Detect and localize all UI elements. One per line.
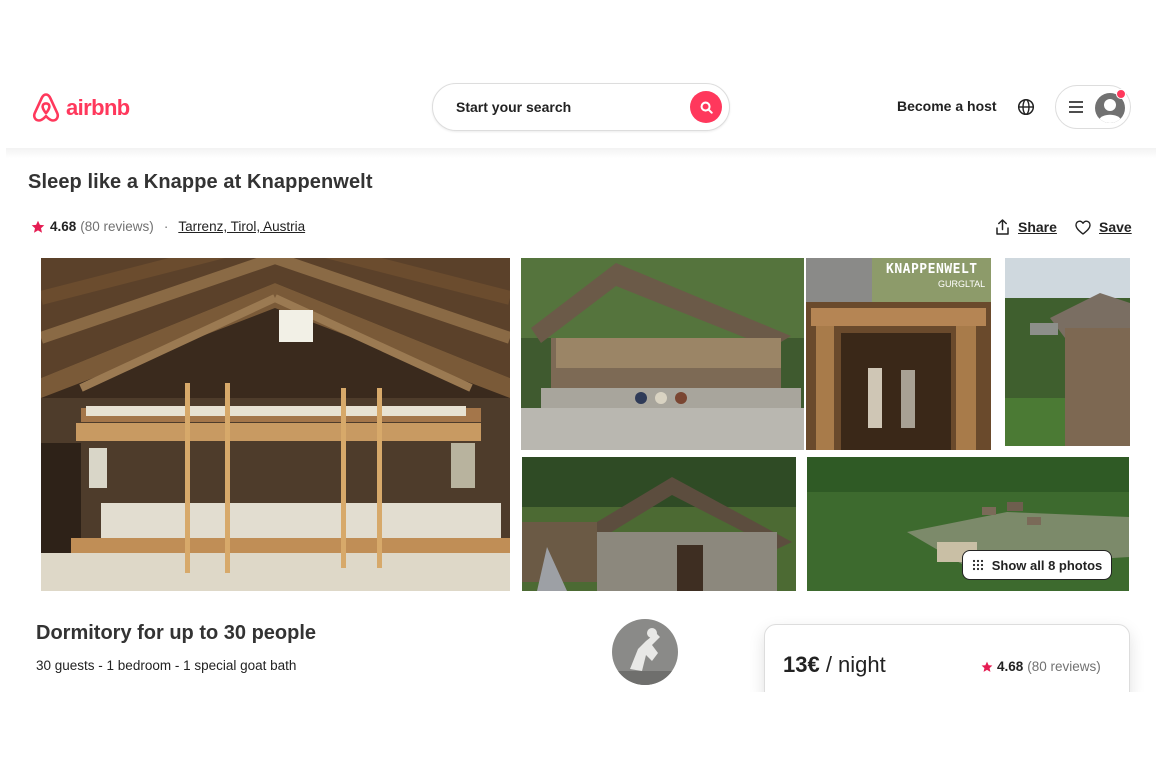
card-reviews-link[interactable]: (80 reviews): [1027, 659, 1101, 674]
share-button[interactable]: Share: [995, 219, 1057, 235]
search-label: Start your search: [456, 99, 572, 115]
room-summary: 30 guests - 1 bedroom - 1 special goat b…: [36, 658, 297, 673]
listing-title: Sleep like a Knappe at Knappenwelt: [28, 171, 373, 193]
search-bar[interactable]: Start your search: [432, 83, 730, 131]
user-menu-button[interactable]: [1055, 85, 1131, 129]
photo-dormitory-interior[interactable]: [41, 258, 510, 591]
price-display: 13€ / night: [783, 652, 886, 678]
notification-dot: [1116, 89, 1126, 99]
heart-icon: [1075, 220, 1091, 235]
listing-meta: 4.68 (80 reviews) · Tarrenz, Tirol, Aust…: [31, 219, 305, 234]
show-all-label: Show all 8 photos: [991, 557, 1103, 573]
airbnb-logo-icon: [32, 93, 60, 122]
save-button[interactable]: Save: [1075, 219, 1132, 235]
nav-shadow: [6, 148, 1156, 158]
meta-separator: ·: [163, 219, 169, 234]
search-icon: [700, 101, 713, 114]
card-rating-value: 4.68: [997, 659, 1024, 674]
airbnb-logo[interactable]: airbnb: [30, 91, 130, 124]
photo-wooden-house[interactable]: [521, 258, 804, 450]
room-title: Dormitory for up to 30 people: [36, 622, 317, 644]
menu-icon: [1069, 101, 1083, 113]
location-link[interactable]: Tarrenz, Tirol, Austria: [178, 219, 305, 234]
photo-stone-hut[interactable]: [522, 457, 796, 591]
price-value: 13€: [783, 652, 820, 677]
share-label: Share: [1018, 219, 1057, 235]
sign-subtitle: GURGLTAL: [938, 279, 986, 289]
globe-icon[interactable]: [1017, 98, 1035, 116]
sign-title: KNAPPENWELT: [886, 262, 978, 277]
photo-forest-hut[interactable]: [1005, 258, 1130, 446]
star-icon: [981, 661, 993, 672]
become-host-link[interactable]: Become a host: [897, 98, 997, 114]
page-footer-blank: [0, 692, 1156, 769]
price-unit: / night: [819, 652, 886, 677]
show-all-photos-button[interactable]: Show all 8 photos: [962, 550, 1112, 580]
reviews-link[interactable]: (80 reviews): [80, 219, 154, 234]
card-rating: 4.68 (80 reviews): [981, 659, 1101, 674]
logo-wordmark: airbnb: [66, 94, 130, 120]
search-button[interactable]: [690, 91, 722, 123]
share-icon: [996, 219, 1009, 235]
rating-value: 4.68: [50, 219, 77, 234]
save-label: Save: [1099, 219, 1132, 235]
photo-mine-entrance[interactable]: KNAPPENWELT GURGLTAL: [806, 258, 991, 450]
host-avatar[interactable]: [612, 619, 678, 685]
star-icon: [31, 220, 45, 233]
grid-icon: [972, 559, 983, 571]
